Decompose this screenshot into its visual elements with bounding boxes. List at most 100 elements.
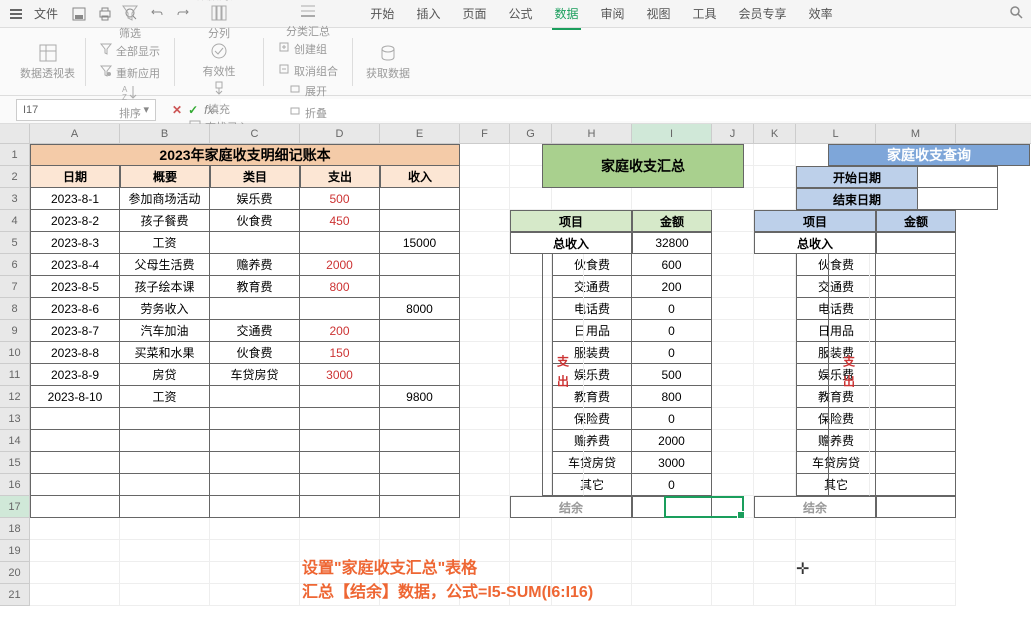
expand-button[interactable]: 展开 [285, 81, 331, 101]
cell[interactable] [120, 408, 210, 430]
cell[interactable] [210, 430, 300, 452]
cell[interactable]: 800 [300, 276, 380, 298]
cell[interactable] [300, 452, 380, 474]
cell[interactable]: 0 [632, 474, 712, 496]
cell[interactable] [210, 232, 300, 254]
cell[interactable] [876, 320, 956, 342]
cell[interactable] [30, 562, 120, 584]
cell[interactable] [754, 474, 796, 496]
cell[interactable]: 2023-8-1 [30, 188, 120, 210]
col-header-F[interactable]: F [460, 124, 510, 143]
row-header-10[interactable]: 10 [0, 342, 30, 364]
cell[interactable] [712, 452, 754, 474]
cell[interactable] [754, 430, 796, 452]
cell[interactable] [210, 298, 300, 320]
cell[interactable] [754, 166, 796, 188]
table2-title[interactable]: 家庭收支汇总 [542, 144, 744, 188]
tab-member[interactable]: 会员专享 [737, 1, 789, 26]
cell[interactable] [380, 320, 460, 342]
cell[interactable] [120, 496, 210, 518]
cell[interactable] [30, 540, 120, 562]
row-header-6[interactable]: 6 [0, 254, 30, 276]
cell[interactable] [754, 408, 796, 430]
cell[interactable] [300, 386, 380, 408]
cell[interactable] [754, 254, 796, 276]
cell[interactable]: 8000 [380, 298, 460, 320]
cell[interactable]: 2023-8-2 [30, 210, 120, 232]
cell[interactable] [380, 188, 460, 210]
cell[interactable] [712, 188, 754, 210]
cell[interactable] [876, 474, 956, 496]
cell[interactable] [120, 518, 210, 540]
row-header-18[interactable]: 18 [0, 518, 30, 540]
cell[interactable]: 金额 [632, 210, 712, 232]
cell[interactable] [300, 298, 380, 320]
cell[interactable] [712, 276, 754, 298]
cell[interactable] [300, 496, 380, 518]
cell[interactable]: 工资 [120, 232, 210, 254]
cell[interactable] [210, 584, 300, 606]
cells-grid[interactable]: 设置"家庭收支汇总"表格 汇总【结余】数据，公式=I5-SUM(I6:I16) … [30, 144, 998, 606]
cell[interactable] [120, 452, 210, 474]
cell[interactable] [632, 540, 712, 562]
cell[interactable]: 0 [632, 298, 712, 320]
cell[interactable]: 450 [300, 210, 380, 232]
col-header-H[interactable]: H [552, 124, 632, 143]
tab-page[interactable]: 页面 [460, 1, 488, 26]
cell[interactable] [210, 474, 300, 496]
cell[interactable] [712, 254, 754, 276]
cell[interactable] [754, 298, 796, 320]
cell[interactable] [712, 298, 754, 320]
cell[interactable] [712, 232, 754, 254]
cell[interactable]: 收入 [380, 166, 460, 188]
cell[interactable] [460, 232, 510, 254]
cell[interactable]: 2023-8-6 [30, 298, 120, 320]
search-icon[interactable] [1009, 5, 1023, 22]
pivot-table-button[interactable]: 数据透视表 [20, 43, 75, 81]
cell[interactable] [210, 386, 300, 408]
cell[interactable] [380, 518, 460, 540]
cell[interactable] [876, 430, 956, 452]
cell[interactable] [876, 254, 956, 276]
cell[interactable] [30, 584, 120, 606]
cell[interactable] [712, 342, 754, 364]
ungroup-button[interactable]: 取消组合 [274, 61, 342, 81]
row-header-16[interactable]: 16 [0, 474, 30, 496]
cell[interactable] [460, 210, 510, 232]
cell[interactable] [210, 452, 300, 474]
tab-insert[interactable]: 插入 [414, 1, 442, 26]
cell[interactable] [460, 452, 510, 474]
row-header-17[interactable]: 17 [0, 496, 30, 518]
cell[interactable]: 劳务收入 [120, 298, 210, 320]
redo-icon[interactable] [172, 3, 194, 25]
tab-tools[interactable]: 工具 [691, 1, 719, 26]
cell[interactable]: 3000 [632, 452, 712, 474]
cell[interactable] [754, 144, 796, 166]
cell[interactable] [460, 518, 510, 540]
row-header-15[interactable]: 15 [0, 452, 30, 474]
cell[interactable] [30, 430, 120, 452]
cell[interactable] [120, 474, 210, 496]
cell[interactable] [300, 474, 380, 496]
tab-efficiency[interactable]: 效率 [807, 1, 835, 26]
select-all-cell[interactable] [0, 124, 30, 143]
group-button[interactable]: 创建组 [274, 39, 342, 59]
cell[interactable] [300, 232, 380, 254]
filter-button[interactable]: 筛选 [105, 3, 155, 41]
fill-button[interactable]: 填充 [194, 79, 244, 117]
cell[interactable] [632, 518, 712, 540]
cell[interactable] [552, 518, 632, 540]
cell[interactable]: 200 [300, 320, 380, 342]
cell[interactable] [632, 496, 712, 518]
row-header-2[interactable]: 2 [0, 166, 30, 188]
cell[interactable] [876, 496, 956, 518]
cell[interactable] [460, 386, 510, 408]
cell[interactable] [754, 342, 796, 364]
cell[interactable]: 0 [632, 408, 712, 430]
cell[interactable]: 600 [632, 254, 712, 276]
cell[interactable] [712, 496, 754, 518]
cell[interactable]: 日期 [30, 166, 120, 188]
cell[interactable] [380, 496, 460, 518]
cell[interactable] [210, 518, 300, 540]
end-date-label[interactable]: 结束日期 [796, 188, 918, 210]
